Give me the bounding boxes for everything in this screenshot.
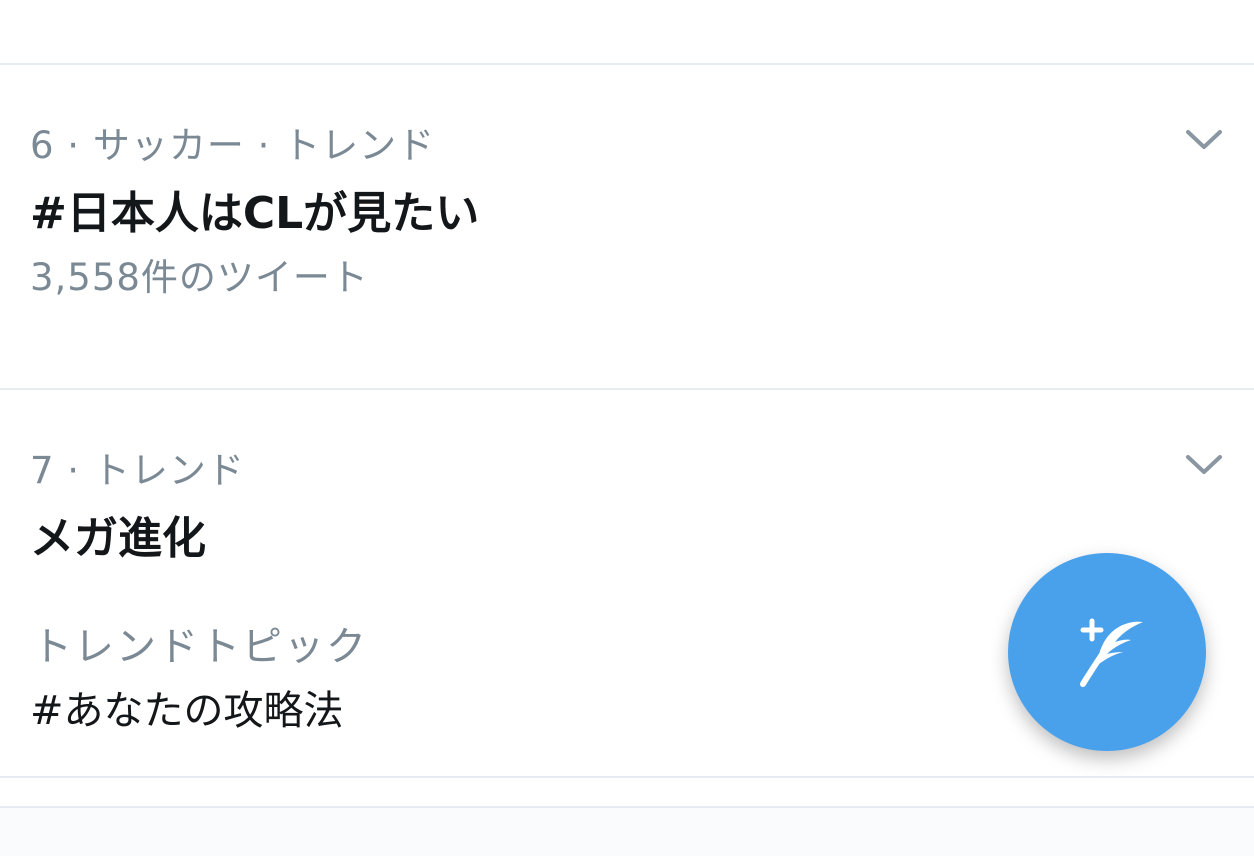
- divider: [0, 776, 1254, 778]
- topic-label: トレンドトピック: [32, 624, 368, 670]
- trends-list: 6 · サッカー · トレンド #日本人はCLが見たい 3,558件のツイート …: [0, 0, 1254, 856]
- trend-meta: 6 · サッカー · トレンド: [30, 124, 436, 167]
- tweet-count: 3,558件のツイート: [30, 256, 369, 299]
- compose-tweet-icon: [1080, 618, 1143, 687]
- chevron-down-icon[interactable]: [1180, 445, 1228, 485]
- trend-title: #日本人はCLが見たい: [30, 188, 480, 239]
- next-trend-item-partial: [0, 808, 1254, 856]
- compose-tweet-button[interactable]: [1008, 553, 1206, 751]
- trend-meta: 7 · トレンド: [30, 449, 245, 492]
- chevron-down-icon[interactable]: [1180, 120, 1228, 160]
- topic-hashtag[interactable]: #あなたの攻略法: [30, 678, 344, 736]
- trend-title: メガ進化: [30, 513, 206, 564]
- trend-item-6[interactable]: 6 · サッカー · トレンド #日本人はCLが見たい 3,558件のツイート: [0, 65, 1254, 388]
